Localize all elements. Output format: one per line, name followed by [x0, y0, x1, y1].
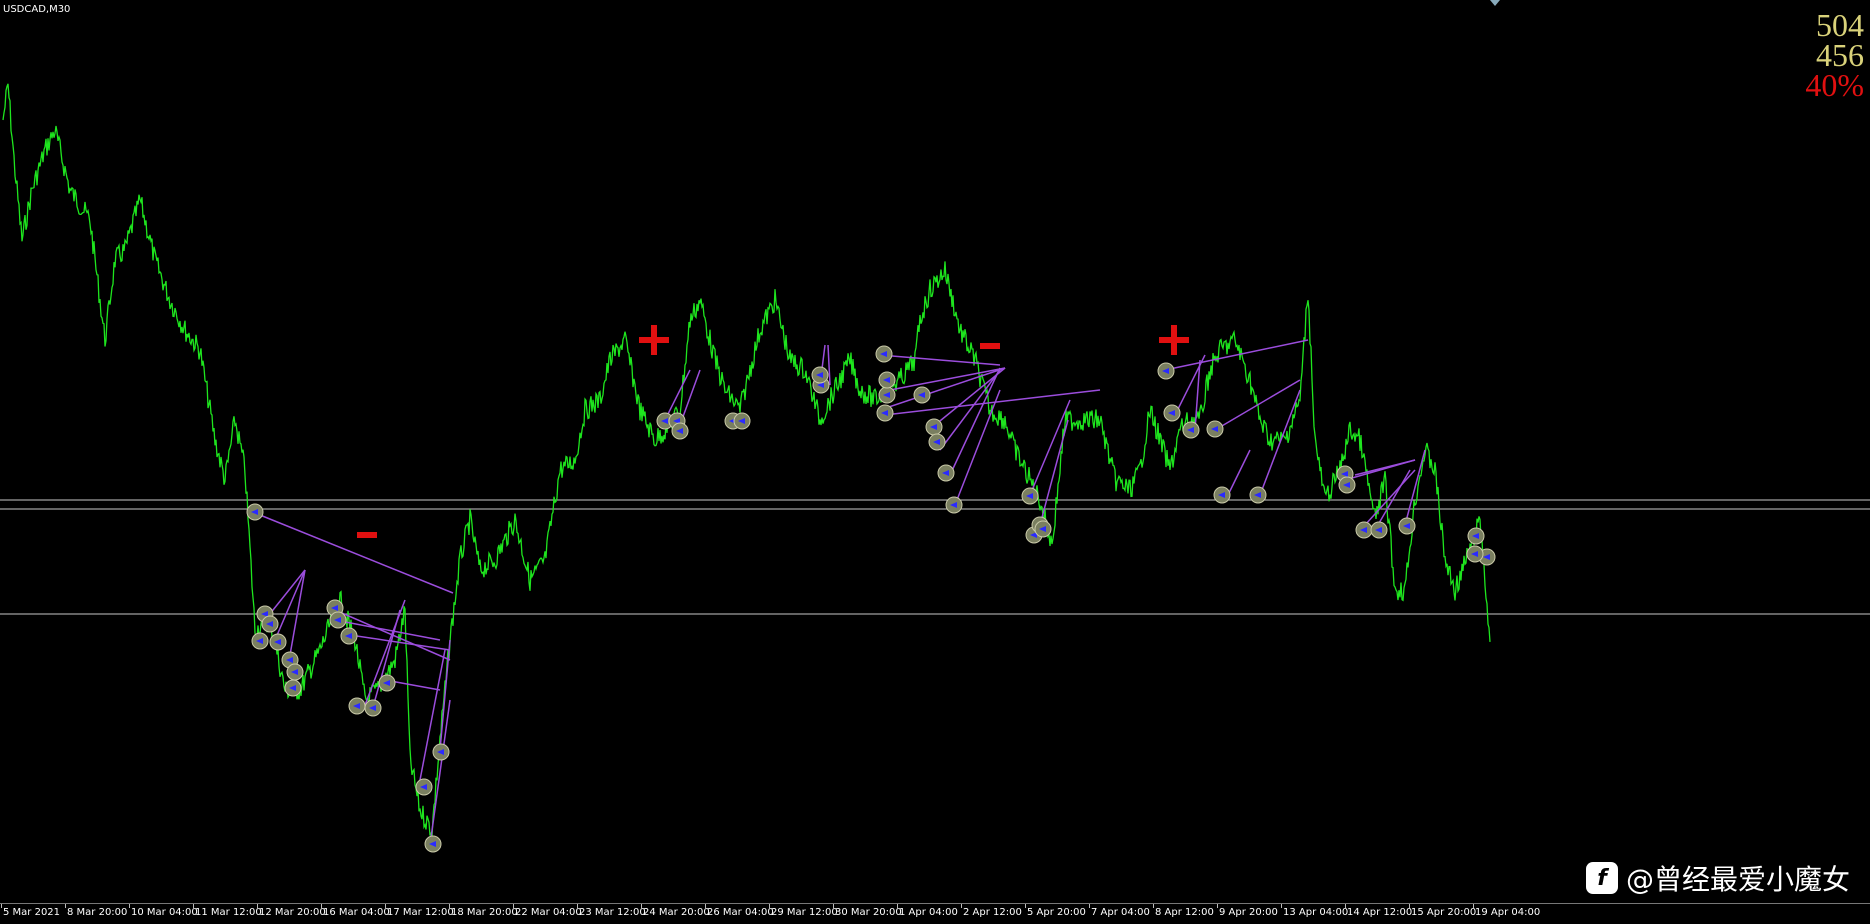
chart-shift-marker-icon[interactable] — [1490, 0, 1500, 6]
minus-sign-icon — [357, 532, 377, 538]
time-tick — [449, 904, 450, 908]
time-label: 9 Apr 20:00 — [1219, 907, 1278, 918]
time-label: 7 Apr 04:00 — [1091, 907, 1150, 918]
trade-connector-line — [827, 344, 831, 386]
symbol-label: USDCAD,M30 — [3, 4, 71, 15]
time-tick — [1, 904, 2, 908]
time-tick — [1473, 904, 1474, 908]
time-label: 26 Mar 04:00 — [707, 907, 774, 918]
trade-connector-line — [954, 389, 1001, 506]
trade-connector-line — [1029, 399, 1071, 496]
trade-connector-line — [274, 569, 306, 641]
trade-connector-line — [289, 569, 306, 656]
time-tick — [129, 904, 130, 908]
time-tick — [1089, 904, 1090, 908]
time-tick — [65, 904, 66, 908]
time-tick — [513, 904, 514, 908]
time-tick — [193, 904, 194, 908]
time-label: 17 Mar 12:00 — [387, 907, 454, 918]
time-label: 23 Mar 12:00 — [579, 907, 646, 918]
time-tick — [961, 904, 962, 908]
time-label: 5 Apr 20:00 — [1027, 907, 1086, 918]
time-label: 10 Mar 04:00 — [131, 907, 198, 918]
plus-sign-icon — [651, 325, 657, 355]
time-tick — [385, 904, 386, 908]
time-tick — [1217, 904, 1218, 908]
trade-connector-line — [1227, 449, 1251, 496]
stat-total: 504 — [1816, 7, 1864, 43]
chart-area[interactable]: USDCAD,M30 504 456 40% — [0, 0, 1870, 903]
time-label: 30 Mar 20:00 — [835, 907, 902, 918]
time-label: 13 Apr 04:00 — [1283, 907, 1349, 918]
time-tick — [257, 904, 258, 908]
time-label: 29 Mar 12:00 — [771, 907, 838, 918]
trade-connector-line — [879, 354, 1001, 366]
time-label: 2 Apr 12:00 — [963, 907, 1022, 918]
time-tick — [833, 904, 834, 908]
time-tick — [577, 904, 578, 908]
time-tick — [321, 904, 322, 908]
time-label: 24 Mar 20:00 — [643, 907, 710, 918]
price-series-line — [2, 83, 1491, 839]
time-axis: 5 Mar 2021 8 Mar 20:00 10 Mar 04:00 11 Mar … — [0, 903, 1870, 924]
time-tick — [769, 904, 770, 908]
time-tick — [1409, 904, 1410, 908]
time-label: 22 Mar 04:00 — [515, 907, 582, 918]
time-label: 16 Mar 04:00 — [323, 907, 390, 918]
time-label: 18 Mar 20:00 — [451, 907, 518, 918]
stats-panel: 504 456 40% — [1805, 7, 1864, 103]
time-label: 5 Mar 2021 — [3, 907, 61, 918]
price-chart[interactable] — [0, 0, 1870, 903]
time-label: 15 Apr 20:00 — [1411, 907, 1477, 918]
time-tick — [1153, 904, 1154, 908]
time-label: 8 Apr 12:00 — [1155, 907, 1214, 918]
watermark-text: @曾经最爱小魔女 — [1625, 863, 1850, 896]
time-tick — [641, 904, 642, 908]
stat-wins: 456 — [1816, 37, 1864, 73]
time-tick — [1025, 904, 1026, 908]
trade-connector-line — [1164, 339, 1309, 371]
time-tick — [1281, 904, 1282, 908]
trade-connector-line — [1259, 389, 1301, 496]
time-label: 14 Apr 12:00 — [1347, 907, 1413, 918]
time-label: 12 Mar 20:00 — [259, 907, 326, 918]
trade-connector-line — [429, 699, 451, 846]
stat-percent: 40% — [1805, 67, 1864, 103]
time-label: 8 Mar 20:00 — [67, 907, 128, 918]
plus-sign-icon — [1171, 325, 1177, 355]
time-label: 19 Apr 04:00 — [1475, 907, 1541, 918]
time-tick — [705, 904, 706, 908]
time-tick — [897, 904, 898, 908]
trade-connector-line — [254, 512, 454, 594]
watermark: f @曾经最爱小魔女 — [1585, 858, 1850, 898]
watermark-logo-icon: f — [1585, 862, 1618, 894]
time-label: 11 Mar 12:00 — [195, 907, 262, 918]
minus-sign-icon — [980, 343, 1000, 349]
time-tick — [1345, 904, 1346, 908]
time-label: 1 Apr 04:00 — [899, 907, 958, 918]
